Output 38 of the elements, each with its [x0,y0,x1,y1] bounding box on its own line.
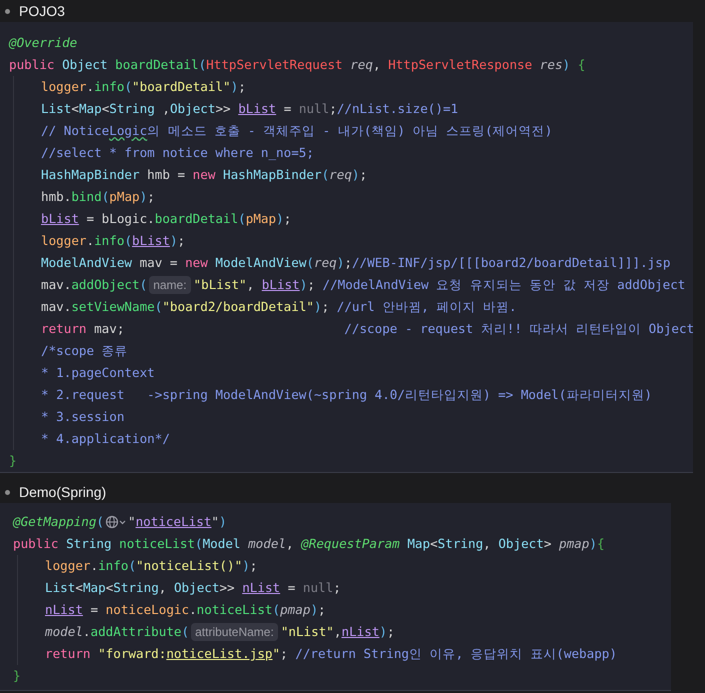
code-line: @Override [9,34,78,52]
code-line: logger.info(bList); [41,232,186,250]
bullet-icon [5,8,10,14]
code-line: public Object boardDetail(HttpServletRequest req, HttpServletResponse res) { [9,56,586,74]
code-line: * 4.application*/ [41,430,171,448]
code-line: * 1.pageContext [41,364,156,382]
parameter-hint: name: [149,276,191,294]
code-line: return "forward:noticeList.jsp"; //return String인 이유, 응답위치 표시(webapp) [45,645,618,663]
code-line: * 3.session [41,408,126,426]
code-line: List<Map<String ,Object>> bList = null;//nList.size()=1 [41,100,460,118]
bullet-icon [5,490,10,494]
code-text: @GetMapping( [13,513,104,531]
code-text: "noticeList") [128,513,227,531]
globe-dropdown-icon[interactable] [105,515,127,529]
code-text: "bList", bList); //ModelAndView 요청 유지되는 동안 값 저장 addObject [194,276,686,294]
code-line: /*scope 종류 [41,342,129,360]
code-line: mav.setViewName("board2/boardDetail"); //url 안바뀜, 페이지 바뀜. [41,298,518,316]
code-line: * 2.request ->spring ModelAndView(~spring 4.0/리턴타입지원) => Model(파라미터지원) [41,386,653,404]
code-line: bList = bLogic.boardDetail(pMap); [41,210,292,228]
code-line: ModelAndView mav = new ModelAndView(req);//WEB-INF/jsp/[[[board2/boardDetail]]].jsp [41,254,672,272]
code-line: } [9,452,18,470]
code-line: HashMapBinder hmb = new HashMapBinder(req); [41,166,368,184]
code-line: logger.info("noticeList()"); [45,557,258,575]
code-line: public String noticeList(Model model, @RequestParam Map<String, Object> pmap){ [13,535,606,553]
code-text: "nList",nList); [280,623,395,641]
parameter-hint: attributeName: [191,623,278,641]
code-line: } [13,667,22,685]
code-text: mav.addObject( [41,276,148,294]
code-text: model.addAttribute( [45,623,190,641]
code-line: // NoticeLogic의 메소드 호출 - 객체주입 - 내가(책임) 아님 스프링(제어역전) [41,122,554,140]
section-title: Demo(Spring) [19,484,106,500]
code-line: logger.info("boardDetail"); [41,78,247,96]
code-line: List<Map<String, Object>> nList = null; [45,579,342,597]
code-line: hmb.bind(pMap); [41,188,156,206]
code-line: return mav; //scope - request 처리!! 따라서 리턴타입이 Object [41,320,693,338]
code-line: //select * from notice where n_no=5; [41,144,315,162]
section-title: POJO3 [19,3,65,19]
code-line: nList = noticeLogic.noticeList(pmap); [45,601,327,619]
